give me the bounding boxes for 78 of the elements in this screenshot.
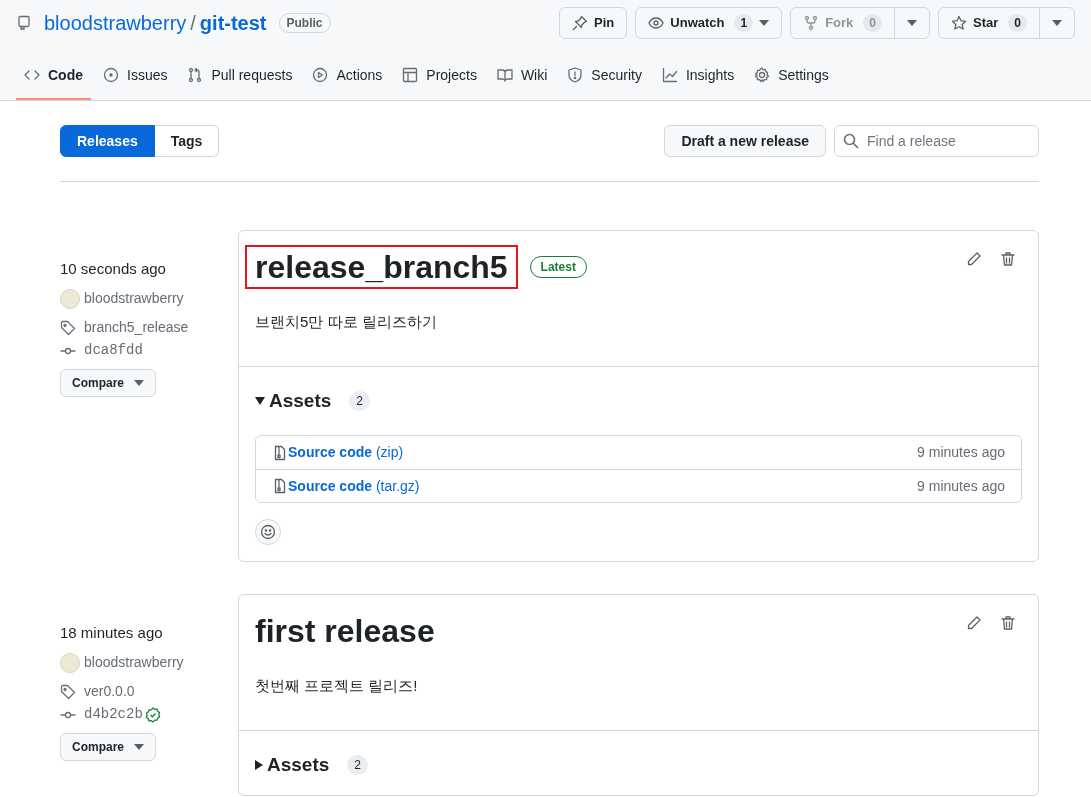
settings-icon <box>754 67 771 83</box>
tag-link[interactable]: ver0.0.0 <box>84 681 135 702</box>
fork-icon <box>803 15 820 31</box>
compare-button[interactable]: Compare <box>60 733 156 761</box>
draft-release-button[interactable]: Draft a new release <box>664 125 826 157</box>
add-reaction-button[interactable] <box>255 519 281 545</box>
play-icon <box>312 67 329 83</box>
eye-icon <box>648 15 665 31</box>
release-time: 10 seconds ago <box>60 259 167 279</box>
delete-icon[interactable] <box>1000 251 1016 267</box>
nav-tab[interactable]: Code <box>16 52 91 100</box>
release-notes: 첫번째 프로젝트 릴리즈! <box>255 676 419 696</box>
assets-toggle[interactable]: Assets 2 <box>255 750 1022 779</box>
asset-time: 9 minutes ago <box>917 476 1005 496</box>
counter: 2 <box>347 754 368 775</box>
pin-button[interactable]: Pin <box>560 8 627 38</box>
verified-icon[interactable] <box>144 706 161 723</box>
smiley-icon <box>260 524 276 540</box>
table-icon <box>402 67 419 83</box>
tag-link[interactable]: branch5_release <box>84 317 189 338</box>
repo-icon <box>16 15 32 31</box>
author-link[interactable]: bloodstrawberry <box>84 288 184 309</box>
tag-icon <box>60 683 76 700</box>
asset-link[interactable]: Source code (tar.gz) <box>288 475 420 497</box>
file-zip-icon <box>272 444 288 461</box>
counter: 0 <box>1008 14 1027 32</box>
star-icon <box>951 15 967 31</box>
file-zip-icon <box>272 478 288 494</box>
search-icon <box>843 133 859 149</box>
nav-tab[interactable]: Actions <box>304 52 391 100</box>
asset-time: 9 minutes ago <box>917 443 1005 462</box>
caret-icon <box>134 380 144 386</box>
assets-toggle[interactable]: Assets 2 <box>255 386 1022 415</box>
avatar <box>60 288 80 309</box>
release-time: 18 minutes ago <box>60 623 164 643</box>
avatar <box>60 652 80 673</box>
search-field[interactable]: Find a release <box>834 125 1039 157</box>
counter: 1 <box>734 14 754 32</box>
release-notes: 브랜치5만 따로 릴리즈하기 <box>255 312 438 332</box>
nav-tab[interactable]: Settings <box>746 52 837 100</box>
shield-icon <box>567 67 584 83</box>
nav-tab[interactable]: Wiki <box>488 52 556 100</box>
subnav-tab[interactable]: Releases <box>60 125 155 157</box>
repo-name-link[interactable]: git-test <box>199 8 267 38</box>
path-separator: / <box>190 11 196 36</box>
star-button[interactable]: Star 0 <box>939 8 1039 38</box>
release-title[interactable]: release_branch5 <box>247 247 516 287</box>
disclosure-triangle-icon <box>255 396 265 405</box>
counter: 2 <box>349 390 370 411</box>
nav-tab[interactable]: Projects <box>394 52 485 100</box>
disclosure-triangle-icon <box>255 759 263 770</box>
author-link[interactable]: bloodstrawberry <box>84 652 184 673</box>
commit-link[interactable]: d4b2c2b <box>84 704 143 725</box>
caret-icon <box>759 20 770 26</box>
caret-icon <box>1052 20 1062 26</box>
commit-link[interactable]: dca8fdd <box>84 340 143 361</box>
caret-icon <box>907 20 917 26</box>
watch-button[interactable]: Unwatch 1 <box>636 8 782 38</box>
edit-icon[interactable] <box>966 251 982 267</box>
counter: 0 <box>863 14 882 32</box>
nav-tab[interactable]: Pull requests <box>179 52 301 100</box>
subnav-tab[interactable]: Tags <box>154 125 220 157</box>
compare-button[interactable]: Compare <box>60 369 156 397</box>
nav-tab[interactable]: Insights <box>653 52 743 100</box>
pin-icon <box>572 15 589 31</box>
caret-icon <box>134 744 144 750</box>
book-icon <box>496 67 513 83</box>
circle-dot-icon <box>103 67 119 83</box>
repo-owner-link[interactable]: bloodstrawberry <box>44 8 187 38</box>
nav-tab[interactable]: Issues <box>95 52 176 100</box>
graph-icon <box>661 67 678 83</box>
delete-icon[interactable] <box>1000 615 1016 631</box>
tag-icon <box>60 319 76 336</box>
release-title[interactable]: first release <box>247 611 443 651</box>
pull-request-icon <box>187 67 204 83</box>
edit-icon[interactable] <box>966 615 982 631</box>
nav-tab[interactable]: Security <box>559 52 650 100</box>
asset-link[interactable]: Source code (zip) <box>288 442 404 463</box>
